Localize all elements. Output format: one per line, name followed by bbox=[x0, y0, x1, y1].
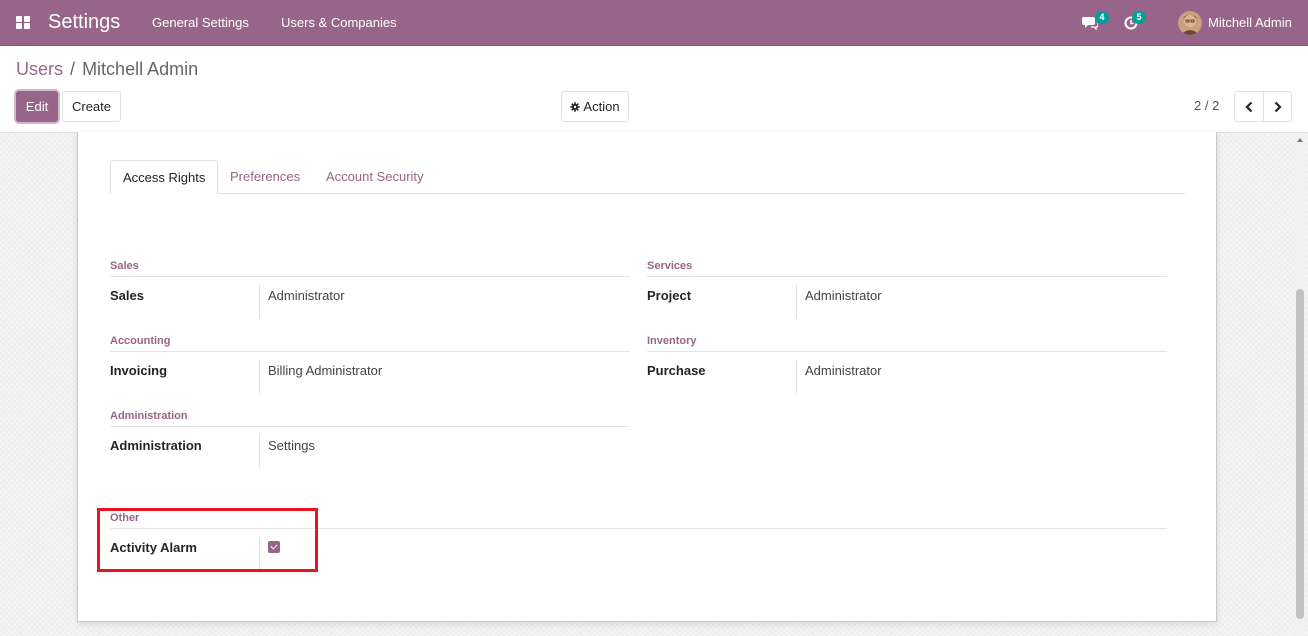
avatar[interactable] bbox=[1178, 11, 1202, 35]
tab-account-security[interactable]: Account Security bbox=[314, 160, 436, 194]
field-separator bbox=[259, 435, 260, 468]
app-title[interactable]: Settings bbox=[48, 11, 120, 34]
apps-grid-icon[interactable] bbox=[16, 16, 31, 30]
tab-access-rights[interactable]: Access Rights bbox=[110, 160, 219, 194]
field-label-sales: Sales bbox=[110, 288, 144, 303]
control-panel: Users / Mitchell Admin Edit Create Actio… bbox=[0, 46, 1308, 133]
tab-preferences[interactable]: Preferences bbox=[218, 160, 312, 194]
user-menu-name[interactable]: Mitchell Admin bbox=[1208, 15, 1292, 30]
field-label-purchase: Purchase bbox=[647, 363, 706, 378]
field-value-administration[interactable]: Settings bbox=[268, 438, 315, 453]
messages-count-badge: 4 bbox=[1095, 11, 1109, 24]
vertical-scrollbar[interactable] bbox=[1294, 133, 1306, 636]
scroll-up-icon[interactable] bbox=[1297, 138, 1303, 142]
field-separator bbox=[796, 360, 797, 393]
field-separator bbox=[259, 360, 260, 393]
breadcrumb-current: Mitchell Admin bbox=[82, 59, 199, 79]
field-value-sales[interactable]: Administrator bbox=[268, 288, 345, 303]
create-button[interactable]: Create bbox=[62, 91, 121, 122]
form-view-background: Access Rights Preferences Account Securi… bbox=[0, 132, 1308, 636]
group-title-sales: Sales bbox=[110, 260, 630, 277]
pager-value[interactable]: 2 / 2 bbox=[1194, 98, 1219, 113]
avatar-image bbox=[1178, 11, 1202, 35]
highlight-annotation-box bbox=[97, 508, 318, 572]
pager-previous-button[interactable] bbox=[1234, 91, 1264, 122]
group-title-accounting: Accounting bbox=[110, 335, 630, 352]
field-separator bbox=[259, 285, 260, 318]
messages-button[interactable]: 4 bbox=[1082, 0, 1112, 46]
menu-general-settings[interactable]: General Settings bbox=[152, 15, 249, 30]
field-label-project: Project bbox=[647, 288, 692, 303]
group-title-inventory: Inventory bbox=[647, 335, 1167, 352]
pager-next-button[interactable] bbox=[1263, 91, 1292, 122]
form-sheet: Access Rights Preferences Account Securi… bbox=[77, 132, 1217, 622]
edit-button[interactable]: Edit bbox=[16, 91, 58, 122]
group-title-services: Services bbox=[647, 260, 1167, 277]
activities-button[interactable]: 5 bbox=[1124, 0, 1154, 46]
gear-icon bbox=[570, 101, 581, 112]
chevron-left-icon bbox=[1245, 101, 1253, 112]
field-label-administration: Administration bbox=[110, 438, 202, 453]
group-title-administration: Administration bbox=[110, 410, 630, 427]
field-value-purchase[interactable]: Administrator bbox=[805, 363, 882, 378]
action-button[interactable]: Action bbox=[561, 91, 629, 122]
field-separator bbox=[796, 285, 797, 318]
menu-users-companies[interactable]: Users & Companies bbox=[281, 15, 397, 30]
chevron-right-icon bbox=[1274, 101, 1282, 112]
field-value-invoicing[interactable]: Billing Administrator bbox=[268, 363, 382, 378]
notebook-tabs: Access Rights Preferences Account Securi… bbox=[110, 160, 1185, 194]
breadcrumb: Users / Mitchell Admin bbox=[16, 59, 198, 80]
field-value-project[interactable]: Administrator bbox=[805, 288, 882, 303]
action-button-label: Action bbox=[583, 99, 620, 114]
scrollbar-thumb[interactable] bbox=[1296, 289, 1304, 619]
field-label-invoicing: Invoicing bbox=[110, 363, 168, 378]
breadcrumb-users-link[interactable]: Users bbox=[16, 59, 63, 79]
breadcrumb-separator: / bbox=[70, 59, 76, 79]
activities-count-badge: 5 bbox=[1132, 11, 1146, 24]
top-navbar: Settings General Settings Users & Compan… bbox=[0, 0, 1308, 46]
